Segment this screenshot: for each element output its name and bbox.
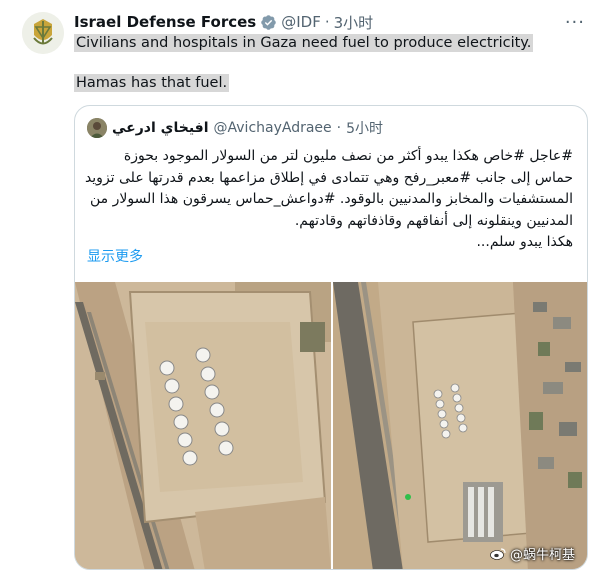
quote-header: افيخاي ادرعي @AvichayAdraee · 5小时 [87, 118, 383, 138]
satellite-image-right-graphic [333, 282, 587, 569]
tweet-time[interactable]: 3小时 [334, 12, 374, 33]
tweet-text-span1: Civilians and hospitals in Gaza need fue… [74, 34, 534, 52]
ellipsis-icon[interactable]: ··· [565, 12, 585, 33]
watermark: @蜗牛柯基 [490, 544, 575, 563]
quote-author-avatar[interactable] [87, 118, 107, 138]
tweet-text-span2: Hamas has that fuel. [74, 74, 230, 92]
quote-author-handle[interactable]: @AvichayAdraee [214, 120, 332, 136]
person-avatar-icon [87, 118, 107, 138]
satellite-image-left-graphic [75, 282, 331, 569]
tweet-header: Israel Defense Forces @IDF · 3小时 [74, 12, 373, 32]
weibo-logo-icon [490, 548, 506, 560]
quote-separator: · [336, 120, 342, 136]
satellite-image-left[interactable] [75, 282, 331, 569]
watermark-text: @蜗牛柯基 [509, 548, 575, 563]
quote-media [75, 282, 587, 569]
author-handle[interactable]: @IDF [281, 13, 321, 31]
satellite-image-right[interactable] [333, 282, 587, 569]
show-more-link[interactable]: 显示更多 [87, 246, 143, 266]
quote-body-text: #عاجل #خاص هكذا يبدو أكثر من نصف مليون ل… [84, 148, 573, 250]
separator: · [324, 13, 330, 31]
idf-logo-icon [22, 12, 64, 54]
quote-author-name[interactable]: افيخاي ادرعي [112, 120, 209, 136]
verified-badge-icon[interactable] [260, 14, 277, 31]
quoted-tweet-card[interactable]: افيخاي ادرعي @AvichayAdraee · 5小时 #عاجل … [74, 105, 588, 570]
tweet-text-line1: Civilians and hospitals in Gaza need fue… [74, 34, 534, 52]
tweet-text-line2: Hamas has that fuel. [74, 74, 230, 92]
author-name[interactable]: Israel Defense Forces [74, 13, 256, 31]
quote-time[interactable]: 5小时 [346, 118, 383, 138]
author-avatar[interactable] [22, 12, 64, 54]
